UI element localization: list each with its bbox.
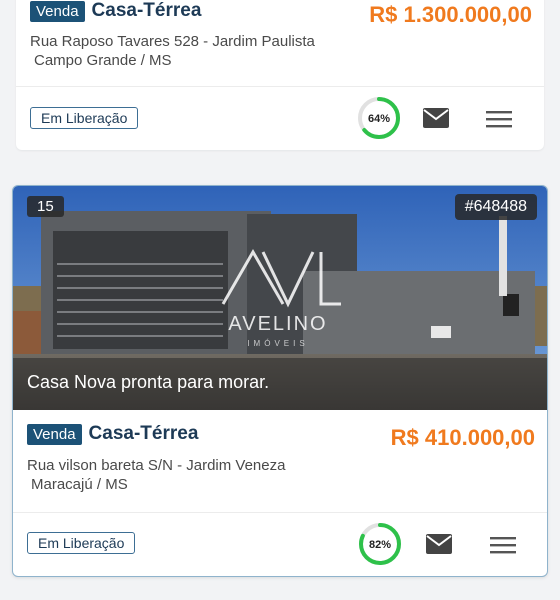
mail-icon[interactable] bbox=[422, 107, 450, 129]
watermark-logo: AVELINO IMÓVEIS bbox=[221, 248, 341, 348]
progress-label: 64% bbox=[368, 113, 390, 125]
progress-ring: 64% bbox=[358, 97, 400, 139]
divider bbox=[13, 512, 547, 513]
address: Rua Raposo Tavares 528 - Jardim Paulista… bbox=[30, 32, 315, 70]
address: Rua vilson bareta S/N - Jardim Veneza Ma… bbox=[27, 456, 285, 494]
menu-icon[interactable] bbox=[490, 535, 516, 555]
listing-code-badge: #648488 bbox=[454, 194, 537, 220]
listing-title: Venda Casa-Térrea bbox=[30, 0, 201, 22]
watermark-sub: IMÓVEIS bbox=[247, 339, 308, 348]
watermark-name: AVELINO bbox=[228, 313, 327, 335]
progress-label: 82% bbox=[369, 539, 391, 551]
address-city: Campo Grande / MS bbox=[34, 52, 172, 69]
address-street: Rua vilson bareta S/N - Jardim Veneza bbox=[27, 457, 286, 474]
offer-badge: Venda bbox=[27, 423, 82, 445]
listing-card[interactable]: AVELINO IMÓVEIS 15 #648488 Casa Nova pro… bbox=[12, 185, 548, 577]
property-type: Casa-Térrea bbox=[88, 423, 199, 444]
property-photo[interactable]: AVELINO IMÓVEIS 15 #648488 Casa Nova pro… bbox=[13, 186, 547, 410]
status-badge: Em Liberação bbox=[30, 107, 139, 129]
price: R$ 410.000,00 bbox=[390, 425, 535, 450]
price: R$ 1.300.000,00 bbox=[369, 2, 532, 27]
divider bbox=[16, 86, 544, 87]
offer-badge: Venda bbox=[30, 0, 85, 22]
photo-count-badge: 15 bbox=[27, 196, 64, 217]
status-badge: Em Liberação bbox=[27, 532, 136, 554]
menu-icon[interactable] bbox=[486, 109, 512, 129]
photo-caption: Casa Nova pronta para morar. bbox=[27, 372, 270, 392]
progress-ring: 82% bbox=[359, 523, 401, 565]
listing-card[interactable]: Venda Casa-Térrea R$ 1.300.000,00 Rua Ra… bbox=[16, 0, 544, 150]
address-street: Rua Raposo Tavares 528 - Jardim Paulista bbox=[30, 33, 315, 50]
property-type: Casa-Térrea bbox=[91, 0, 202, 21]
mail-icon[interactable] bbox=[425, 533, 453, 555]
listing-title: Venda Casa-Térrea bbox=[27, 423, 198, 445]
address-city: Maracajú / MS bbox=[31, 476, 128, 493]
